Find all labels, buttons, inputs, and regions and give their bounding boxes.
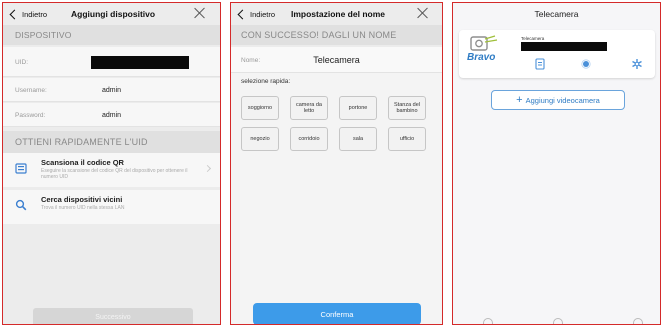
scan-qr-title: Scansiona il codice QR xyxy=(41,158,124,167)
chip-portone[interactable]: portone xyxy=(339,96,377,120)
chevron-left-icon xyxy=(237,9,248,19)
chip-stanza-del-bambino[interactable]: Stanza del bambino xyxy=(388,96,426,120)
username-value: admin xyxy=(101,86,122,94)
navbar: Telecamera xyxy=(453,3,660,25)
screen-camera-list: Telecamera Bravo Telecamera + Aggiungi v… xyxy=(452,2,661,325)
next-button[interactable]: Successivo xyxy=(33,308,193,324)
back-button[interactable]: Indietro xyxy=(9,3,48,25)
add-camera-label: Aggiungi videocamera xyxy=(525,95,600,105)
password-field[interactable]: Password: admin xyxy=(3,103,220,127)
uid-field[interactable]: UID: xyxy=(3,47,220,77)
success-banner: CON SUCCESSO! DAGLI UN NOME xyxy=(231,25,442,45)
chip-corridoio[interactable]: corridoio xyxy=(290,127,328,151)
chip-sala[interactable]: sala xyxy=(339,127,377,151)
navbar: Indietro Impostazione del nome xyxy=(231,3,442,25)
page-title: Impostazione del nome xyxy=(291,9,385,19)
chevron-left-icon xyxy=(9,9,20,19)
tab-bar xyxy=(453,318,660,324)
add-camera-button[interactable]: + Aggiungi videocamera xyxy=(491,90,625,110)
section-uid-header: OTTIENI RAPIDAMENTE L'UID xyxy=(3,131,220,153)
gear-icon[interactable] xyxy=(631,58,643,70)
plus-icon: + xyxy=(516,94,523,106)
search-nearby-title: Cerca dispositivi vicini xyxy=(41,195,123,204)
back-label: Indietro xyxy=(22,9,48,19)
chevron-right-icon xyxy=(203,164,212,173)
scan-qr-item[interactable]: Scansiona il codice QR Eseguire la scans… xyxy=(3,153,220,187)
uid-value-redacted xyxy=(91,56,189,69)
camera-uid-redacted xyxy=(521,42,607,51)
navbar: Indietro Aggiungi dispositivo xyxy=(3,3,220,25)
chip-ufficio[interactable]: ufficio xyxy=(388,127,426,151)
tab-icon[interactable] xyxy=(633,318,643,324)
back-button[interactable]: Indietro xyxy=(237,3,276,25)
chip-soggiorno[interactable]: soggiorno xyxy=(241,96,279,120)
sd-card-icon[interactable] xyxy=(535,58,545,70)
camera-thumbnail-logo: Bravo xyxy=(465,34,505,64)
search-nearby-description: Trova il numero UID nella stessa LAN xyxy=(41,205,125,211)
close-icon[interactable] xyxy=(193,6,207,20)
back-label: Indietro xyxy=(250,9,276,19)
screen-add-device: Indietro Aggiungi dispositivo DISPOSITIV… xyxy=(2,2,221,325)
page-title: Aggiungi dispositivo xyxy=(71,9,156,19)
tab-icon[interactable] xyxy=(553,318,563,324)
screen-set-name: Indietro Impostazione del nome CON SUCCE… xyxy=(230,2,443,325)
uid-label: UID: xyxy=(15,58,28,66)
scan-qr-description: Eseguire la scansione del codice QR del … xyxy=(41,168,188,180)
tab-icon[interactable] xyxy=(483,318,493,324)
quick-select-label: selezione rapida: xyxy=(241,78,291,85)
password-value: admin xyxy=(101,111,122,119)
username-field[interactable]: Username: admin xyxy=(3,78,220,102)
name-value[interactable]: Telecamera xyxy=(231,47,442,73)
search-nearby-item[interactable]: Cerca dispositivi vicini Trova il numero… xyxy=(3,190,220,224)
camera-card[interactable]: Bravo Telecamera xyxy=(459,30,655,78)
close-icon[interactable] xyxy=(416,6,430,20)
camera-name: Telecamera xyxy=(521,36,545,41)
status-dot-icon xyxy=(581,59,591,69)
page-title: Telecamera xyxy=(534,9,579,19)
name-field[interactable]: Nome: Telecamera xyxy=(231,47,442,73)
brand-label: Bravo xyxy=(467,52,495,63)
chip-camera-da-letto[interactable]: camera da letto xyxy=(290,96,328,120)
chip-negozio[interactable]: negozio xyxy=(241,127,279,151)
search-icon xyxy=(15,199,27,211)
confirm-button[interactable]: Conferma xyxy=(253,303,421,324)
section-device-header: DISPOSITIVO xyxy=(3,25,220,45)
qr-scan-icon xyxy=(15,163,27,174)
